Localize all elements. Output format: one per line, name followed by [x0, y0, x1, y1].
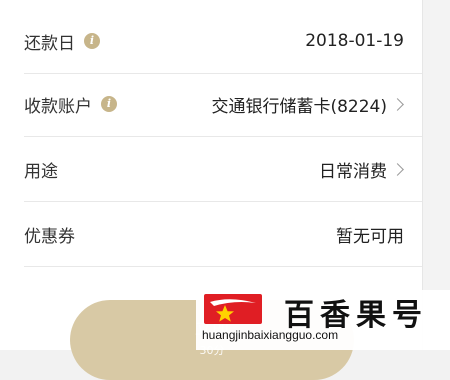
receiving-account-row[interactable]: 收款账户 i 交通银行储蓄卡(8224) [0, 71, 422, 137]
watermark-logo [204, 294, 262, 324]
coupon-label-group: 优惠券 [24, 222, 75, 247]
repayment-date-label: 还款日 [24, 33, 75, 54]
chevron-right-icon [391, 162, 404, 176]
coupon-row[interactable]: 优惠券 暂无可用 [0, 201, 422, 267]
purpose-label: 用途 [24, 161, 58, 182]
coupon-text: 暂无可用 [336, 226, 404, 247]
receiving-account-label: 收款账户 [24, 96, 92, 117]
chevron-right-icon [391, 97, 404, 111]
star-icon [210, 299, 256, 322]
watermark-url: huangjinbaixiangguo.com [202, 328, 339, 342]
receiving-account-label-group: 收款账户 i [24, 92, 117, 117]
info-icon[interactable]: i [84, 33, 100, 49]
purpose-row[interactable]: 用途 日常消费 [0, 136, 422, 202]
repayment-date-row: 还款日 i 2018-01-19 [0, 8, 422, 74]
repayment-date-value: 2018-01-19 [305, 31, 404, 51]
purpose-value: 日常消费 [319, 157, 404, 182]
coupon-label: 优惠券 [24, 226, 75, 247]
repayment-date-text: 2018-01-19 [305, 31, 404, 51]
divider [24, 266, 422, 267]
purpose-label-group: 用途 [24, 157, 58, 182]
purpose-text: 日常消费 [319, 161, 387, 182]
watermark: 百香果号 huangjinbaixiangguo.com [196, 290, 450, 350]
receiving-account-value: 交通银行储蓄卡(8224) [211, 92, 404, 117]
receiving-account-text: 交通银行储蓄卡(8224) [211, 96, 387, 117]
info-icon[interactable]: i [101, 96, 117, 112]
coupon-value: 暂无可用 [336, 222, 404, 247]
repayment-date-label-group: 还款日 i [24, 29, 100, 54]
